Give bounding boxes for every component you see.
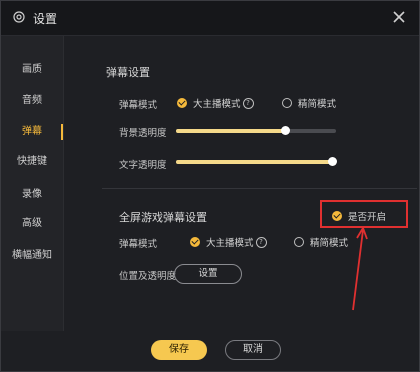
checked-radio-icon (177, 98, 187, 108)
sidebar-item-label: 录像 (22, 189, 42, 200)
sidebar-item-shortcuts[interactable]: 快捷键 (1, 152, 63, 172)
position-opacity-label: 位置及透明度 (119, 271, 177, 282)
sidebar-item-banner-notice[interactable]: 横幅通知 (1, 246, 63, 266)
bg-opacity-slider[interactable] (176, 126, 336, 135)
radio-label: 大主播模式 (206, 238, 254, 249)
title-bar: 设置 (1, 1, 419, 36)
sidebar-item-label: 音频 (22, 95, 42, 106)
close-icon[interactable] (389, 7, 409, 27)
radio-icon (294, 237, 304, 247)
help-icon[interactable]: ? (242, 97, 254, 109)
danmu-mode-simple-radio[interactable]: 精简模式 (282, 96, 336, 110)
bg-opacity-label: 背景透明度 (119, 128, 167, 139)
sidebar-item-recording[interactable]: 录像 (1, 185, 63, 205)
sidebar-item-label: 高级 (22, 218, 42, 229)
arrow-annotation (352, 225, 368, 311)
slider-thumb[interactable] (328, 157, 337, 166)
text-opacity-slider[interactable] (176, 157, 337, 166)
danmu-mode-streamer-radio[interactable]: 大主播模式 ? (177, 96, 254, 110)
sidebar-item-label: 画质 (22, 64, 42, 75)
save-button[interactable]: 保存 (151, 340, 207, 360)
gear-icon (13, 11, 25, 23)
slider-fill (176, 129, 285, 133)
radio-icon (282, 98, 292, 108)
fullscreen-mode-simple-radio[interactable]: 精简模式 (294, 235, 348, 249)
checked-icon (332, 211, 342, 221)
sidebar-item-label: 横幅通知 (12, 250, 52, 261)
settings-window: 设置 画质 音频 弹幕 快捷键 录像 高级 横幅通知 弹幕设置 弹幕模式 大主播… (0, 0, 420, 372)
fullscreen-enable-checkbox[interactable]: 是否开启 (332, 209, 386, 223)
checked-radio-icon (190, 237, 200, 247)
sidebar-item-audio[interactable]: 音频 (1, 91, 63, 111)
sidebar-item-video-quality[interactable]: 画质 (1, 60, 63, 80)
settings-sidebar: 画质 音频 弹幕 快捷键 录像 高级 横幅通知 (1, 36, 64, 331)
cancel-button[interactable]: 取消 (225, 340, 281, 360)
slider-fill (176, 160, 332, 164)
radio-label: 精简模式 (298, 99, 337, 110)
checkbox-label: 是否开启 (348, 212, 387, 223)
sidebar-item-label: 弹幕 (22, 126, 42, 137)
radio-label: 大主播模式 (193, 99, 241, 110)
position-settings-button[interactable]: 设置 (174, 264, 242, 284)
text-opacity-label: 文字透明度 (119, 160, 167, 171)
danmu-section-title: 弹幕设置 (106, 66, 150, 79)
sidebar-item-danmu[interactable]: 弹幕 (1, 122, 63, 142)
fullscreen-section-title: 全屏游戏弹幕设置 (119, 211, 207, 224)
sidebar-item-advanced[interactable]: 高级 (1, 214, 63, 234)
help-icon[interactable]: ? (255, 236, 267, 248)
settings-content: 弹幕设置 弹幕模式 大主播模式 ? 精简模式 背景透明度 文字透明度 全屏游戏弹… (64, 36, 419, 331)
window-title: 设置 (33, 12, 58, 26)
slider-thumb[interactable] (280, 126, 290, 135)
danmu-mode-label: 弹幕模式 (119, 100, 158, 111)
sidebar-item-label: 快捷键 (17, 156, 47, 167)
radio-label: 精简模式 (310, 238, 349, 249)
active-indicator (61, 124, 63, 140)
fullscreen-mode-label: 弹幕模式 (119, 239, 158, 250)
section-divider (102, 188, 417, 189)
fullscreen-mode-streamer-radio[interactable]: 大主播模式 ? (190, 235, 267, 249)
